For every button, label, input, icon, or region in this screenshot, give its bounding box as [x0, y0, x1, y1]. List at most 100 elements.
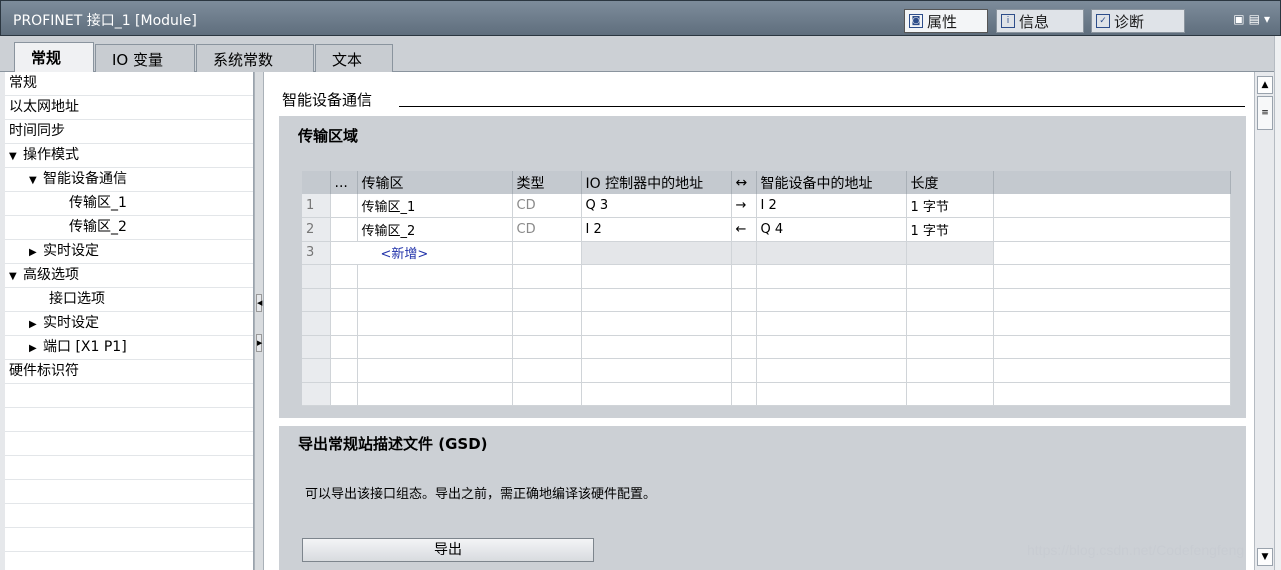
table-row[interactable]: 2 传输区_2 CD I 2 ← Q 4 1 字节 — [302, 217, 1231, 242]
cell-type[interactable]: CD — [512, 217, 582, 242]
col-rownum — [302, 171, 331, 194]
nav-item-label: 常规 — [9, 75, 37, 91]
table-row-empty — [302, 311, 1231, 336]
expand-right-icon[interactable]: ▶ — [29, 314, 43, 336]
minimize-icon[interactable]: ▤ — [1249, 12, 1264, 26]
nav-empty-row — [5, 480, 253, 504]
direction-arrow-icon[interactable]: ← — [731, 217, 757, 242]
nav-item[interactable]: ▶ 实时设定 — [5, 240, 253, 264]
nav-item-label: 传输区_2 — [69, 219, 127, 235]
info-icon: i — [1001, 14, 1015, 28]
cell-empty — [512, 264, 582, 289]
watermark: https://blog.csdn.net/Codefengfeng — [1027, 542, 1245, 558]
nav-tree: 常规 以太网地址 时间同步 ▼ 操作模式 ▼ 智能设备通信 传输区_1 传输区_2 ▶ 实时设定 ▼ 高… — [5, 72, 254, 570]
export-button[interactable]: 导出 — [302, 538, 594, 562]
cell-name[interactable]: 传输区_2 — [357, 217, 513, 242]
col-direction[interactable]: ↔ — [731, 171, 757, 194]
nav-item[interactable]: ▶ 实时设定 — [5, 312, 253, 336]
nav-empty-row — [5, 384, 253, 408]
cell-filler — [993, 288, 1231, 312]
cell-empty — [512, 288, 582, 312]
cell-length[interactable]: 1 字节 — [906, 217, 994, 242]
expand-right-icon[interactable]: ▶ — [29, 242, 43, 264]
cell-empty — [756, 288, 907, 312]
tab-io-tags[interactable]: IO 变量 — [95, 44, 195, 72]
cell-empty — [731, 358, 757, 383]
table-row-empty — [302, 335, 1231, 359]
splitter[interactable]: ◀ ▶ — [254, 72, 264, 570]
col-controller-address[interactable]: IO 控制器中的地址 — [581, 171, 732, 194]
cell-empty — [906, 382, 994, 406]
cell-empty — [581, 264, 732, 289]
cell-empty — [512, 358, 582, 383]
cell-empty — [581, 311, 732, 336]
nav-item[interactable]: 接口选项 — [5, 288, 253, 312]
scroll-up-icon[interactable]: ▲ — [1257, 76, 1273, 94]
cell-filler — [993, 264, 1231, 289]
section-divider — [399, 106, 1245, 107]
nav-item[interactable]: ▼ 高级选项 — [5, 264, 253, 288]
nav-item[interactable]: 传输区_1 — [5, 192, 253, 216]
table-row-new[interactable]: 3 <新增> — [302, 241, 1231, 265]
scroll-down-icon[interactable]: ▼ — [1257, 548, 1273, 566]
add-new-link[interactable]: <新增> — [330, 241, 513, 265]
col-device-address[interactable]: 智能设备中的地址 — [756, 171, 907, 194]
expand-right-icon[interactable]: ▶ — [256, 334, 262, 352]
nav-item-label: 硬件标识符 — [9, 363, 79, 379]
cell-controller-address[interactable]: I 2 — [581, 217, 732, 242]
cell-filler — [993, 335, 1231, 359]
col-length[interactable]: 长度 — [906, 171, 994, 194]
nav-item-label: 智能设备通信 — [43, 171, 127, 187]
float-window-icon[interactable]: ▣ — [1233, 12, 1248, 26]
nav-item[interactable]: 时间同步 — [5, 120, 253, 144]
tab-system-constants[interactable]: 系统常数 — [196, 44, 314, 72]
cell-empty — [357, 335, 513, 359]
row-number: 3 — [302, 241, 331, 265]
row-number — [302, 382, 331, 406]
nav-item[interactable]: 硬件标识符 — [5, 360, 253, 384]
cell-empty — [731, 264, 757, 289]
cell-empty — [330, 311, 358, 336]
col-type[interactable]: 类型 — [512, 171, 582, 194]
cell-device-address[interactable]: Q 4 — [756, 217, 907, 242]
direction-arrow-icon[interactable]: → — [731, 194, 757, 218]
expand-down-icon[interactable]: ▼ — [9, 146, 23, 168]
cell-length[interactable]: 1 字节 — [906, 194, 994, 218]
transfer-area-title: 传输区域 — [298, 127, 359, 145]
window-title: PROFINET 接口_1 [Module] — [13, 13, 197, 29]
cell-empty — [906, 241, 994, 265]
table-row[interactable]: 1 传输区_1 CD Q 3 → I 2 1 字节 — [302, 194, 1231, 218]
tab-properties[interactable]: ◙ 属性 — [904, 9, 988, 33]
cell-device-address[interactable]: I 2 — [756, 194, 907, 218]
tab-info[interactable]: i 信息 — [996, 9, 1084, 33]
expand-down-icon[interactable]: ▼ — [9, 266, 23, 288]
menu-chevron-icon[interactable]: ▾ — [1264, 12, 1274, 26]
cell-empty — [731, 382, 757, 406]
nav-item[interactable]: ▶ 端口 [X1 P1] — [5, 336, 253, 360]
nav-item[interactable]: 传输区_2 — [5, 216, 253, 240]
nav-item[interactable]: 常规 — [5, 72, 253, 96]
expand-down-icon[interactable]: ▼ — [29, 170, 43, 192]
nav-item[interactable]: 以太网地址 — [5, 96, 253, 120]
tab-diagnostics[interactable]: ✓ 诊断 — [1091, 9, 1185, 33]
cell-name[interactable]: 传输区_1 — [357, 194, 513, 218]
cell-controller-address[interactable]: Q 3 — [581, 194, 732, 218]
expand-right-icon[interactable]: ▶ — [29, 338, 43, 360]
col-more[interactable]: ... — [330, 171, 358, 194]
nav-item[interactable]: ▼ 操作模式 — [5, 144, 253, 168]
nav-item-label: 实时设定 — [43, 243, 99, 259]
cell-empty — [512, 311, 582, 336]
tab-texts[interactable]: 文本 — [315, 44, 393, 72]
nav-item[interactable]: ▼ 智能设备通信 — [5, 168, 253, 192]
collapse-left-icon[interactable]: ◀ — [256, 294, 262, 312]
vertical-scrollbar[interactable]: ▲ ≡ ▼ — [1254, 72, 1274, 570]
col-transfer-area[interactable]: 传输区 — [357, 171, 513, 194]
cell-empty — [357, 288, 513, 312]
cell-empty — [756, 382, 907, 406]
scroll-thumb[interactable]: ≡ — [1257, 96, 1273, 130]
nav-item-label: 传输区_1 — [69, 195, 127, 211]
window-controls[interactable]: ▣▤▾ — [1233, 12, 1274, 26]
tab-general[interactable]: 常规 — [14, 42, 94, 73]
cell-type[interactable]: CD — [512, 194, 582, 218]
cell-empty — [731, 241, 757, 265]
